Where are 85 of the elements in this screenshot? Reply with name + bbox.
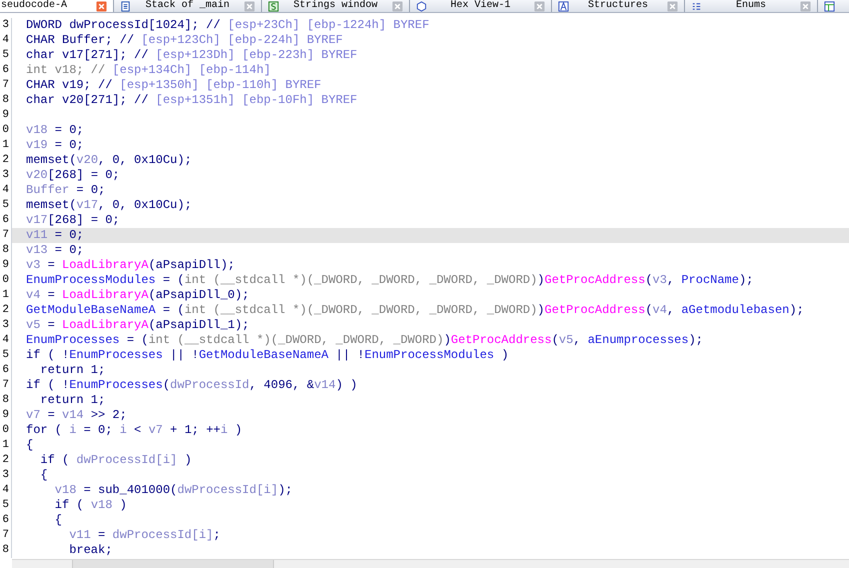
code-line: if ( !EnumProcesses(dwProcessId, 4096, &v14) ) <box>25 378 358 393</box>
line-number: 0 <box>0 423 12 438</box>
code-line: DWORD dwProcessId[1024]; // [esp+23Ch] [ebp-1224h] BYREF <box>25 18 430 33</box>
letter-s-icon <box>268 0 279 12</box>
tab[interactable]: Enums <box>685 0 818 12</box>
line-number: 0 <box>0 123 12 138</box>
line-number: 4 <box>0 183 12 198</box>
line-number: 9 <box>0 258 12 273</box>
code-line: if ( v18 ) <box>54 498 128 513</box>
code-line: EnumProcessModules = (int (__stdcall *)(_DWORD, _DWORD, _DWORD, _DWORD))GetProcAddress(v3, ProcName); <box>25 273 754 288</box>
code-line: for ( i = 0; i < v7 + 1; ++i ) <box>25 423 244 438</box>
line-number: 2 <box>0 303 12 318</box>
code-line: return 1; <box>39 363 106 378</box>
code-line: v18 = 0; <box>25 123 85 138</box>
code-line: memset(v20, 0, 0x10Cu); <box>25 153 193 168</box>
line-number: 6 <box>0 513 12 528</box>
line-number: 3 <box>0 18 12 33</box>
line-number: 8 <box>0 393 12 408</box>
line-number: 4 <box>0 33 12 48</box>
close-icon[interactable] <box>392 0 403 12</box>
line-number: 5 <box>0 348 12 363</box>
code-line: int v18; // [esp+134Ch] [ebp-114h] <box>25 63 272 78</box>
code-line: v3 = LoadLibraryA(aPsapiDll); <box>25 258 236 273</box>
code-line: v5 = LoadLibraryA(aPsapiDll_1); <box>25 318 250 333</box>
code-line: if ( dwProcessId[i] ) <box>39 453 193 468</box>
line-number: 4 <box>0 483 12 498</box>
tab[interactable]: seudocode-A <box>0 0 114 12</box>
close-icon[interactable] <box>244 0 255 12</box>
tab[interactable]: Structures <box>552 0 685 12</box>
code-line: v4 = LoadLibraryA(aPsapiDll_0); <box>25 288 250 303</box>
line-number: 7 <box>0 78 12 93</box>
line-number: 9 <box>0 108 12 123</box>
line-number: 3 <box>0 468 12 483</box>
code-line: { <box>54 513 64 528</box>
tab[interactable]: Strings window <box>262 0 410 12</box>
line-number: 7 <box>0 378 12 393</box>
code-line: char v17[271]; // [esp+123Dh] [ebp-223h] BYREF <box>25 48 358 63</box>
code-line: v13 = 0; <box>25 243 85 258</box>
code-line: break; <box>68 543 114 558</box>
code-line: GetModuleBaseNameA = (int (__stdcall *)(_DWORD, _DWORD, _DWORD, _DWORD))GetProcAddress(v4, aGetmodulebasen); <box>25 303 805 318</box>
line-number: 5 <box>0 48 12 63</box>
code-line: EnumProcesses = (int (__stdcall *)(_DWORD, _DWORD, _DWORD))GetProcAddress(v5, aEnumprocesses); <box>25 333 704 348</box>
line-number: 1 <box>0 138 12 153</box>
code-line: CHAR Buffer; // [esp+123Ch] [ebp-224h] BYREF <box>25 33 344 48</box>
line-number: 2 <box>0 453 12 468</box>
line-number: 3 <box>0 168 12 183</box>
line-number: 6 <box>0 213 12 228</box>
code-line: CHAR v19; // [esp+1350h] [ebp-110h] BYREF <box>25 78 322 93</box>
line-number: 5 <box>0 498 12 513</box>
line-number: 8 <box>0 243 12 258</box>
close-icon[interactable] <box>667 0 678 12</box>
tab[interactable] <box>818 0 849 12</box>
line-number: 4 <box>0 333 12 348</box>
line-number: 6 <box>0 363 12 378</box>
code-line: return 1; <box>39 393 106 408</box>
code-line: Buffer = 0; <box>25 183 106 198</box>
code-line: v7 = v14 >> 2; <box>25 408 128 423</box>
close-icon[interactable] <box>800 0 811 12</box>
tab[interactable]: Stack of _main <box>114 0 262 12</box>
line-number: 1 <box>0 438 12 453</box>
line-number: 8 <box>0 93 12 108</box>
close-icon[interactable] <box>534 0 545 12</box>
line-number: 6 <box>0 63 12 78</box>
code-line: v11 = dwProcessId[i]; <box>68 528 222 543</box>
line-number: 1 <box>0 288 12 303</box>
line-number: 0 <box>0 273 12 288</box>
code-line: char v20[271]; // [esp+1351h] [ebp-10Fh] BYREF <box>25 93 358 108</box>
code-line: if ( !EnumProcesses || !GetModuleBaseNameA || !EnumProcessModules ) <box>25 348 510 363</box>
line-number: 8 <box>0 543 12 558</box>
line-number: 9 <box>0 408 12 423</box>
code-line: v19 = 0; <box>25 138 85 153</box>
code-line: v20[268] = 0; <box>25 168 121 183</box>
list-icon <box>691 0 702 12</box>
close-icon[interactable] <box>96 0 107 12</box>
code-line: { <box>25 438 34 453</box>
code-line: memset(v17, 0, 0x10Cu); <box>25 198 193 213</box>
code-line: { <box>39 468 49 483</box>
line-number: 3 <box>0 318 12 333</box>
code-line: v18 = sub_401000(dwProcessId[i]); <box>54 483 294 498</box>
line-number: 5 <box>0 198 12 213</box>
line-number: 2 <box>0 153 12 168</box>
line-number: 7 <box>0 528 12 543</box>
horizontal-scrollbar[interactable] <box>12 559 849 568</box>
tab[interactable]: Hex View-1 <box>410 0 552 12</box>
code-line: v17[268] = 0; <box>25 213 121 228</box>
